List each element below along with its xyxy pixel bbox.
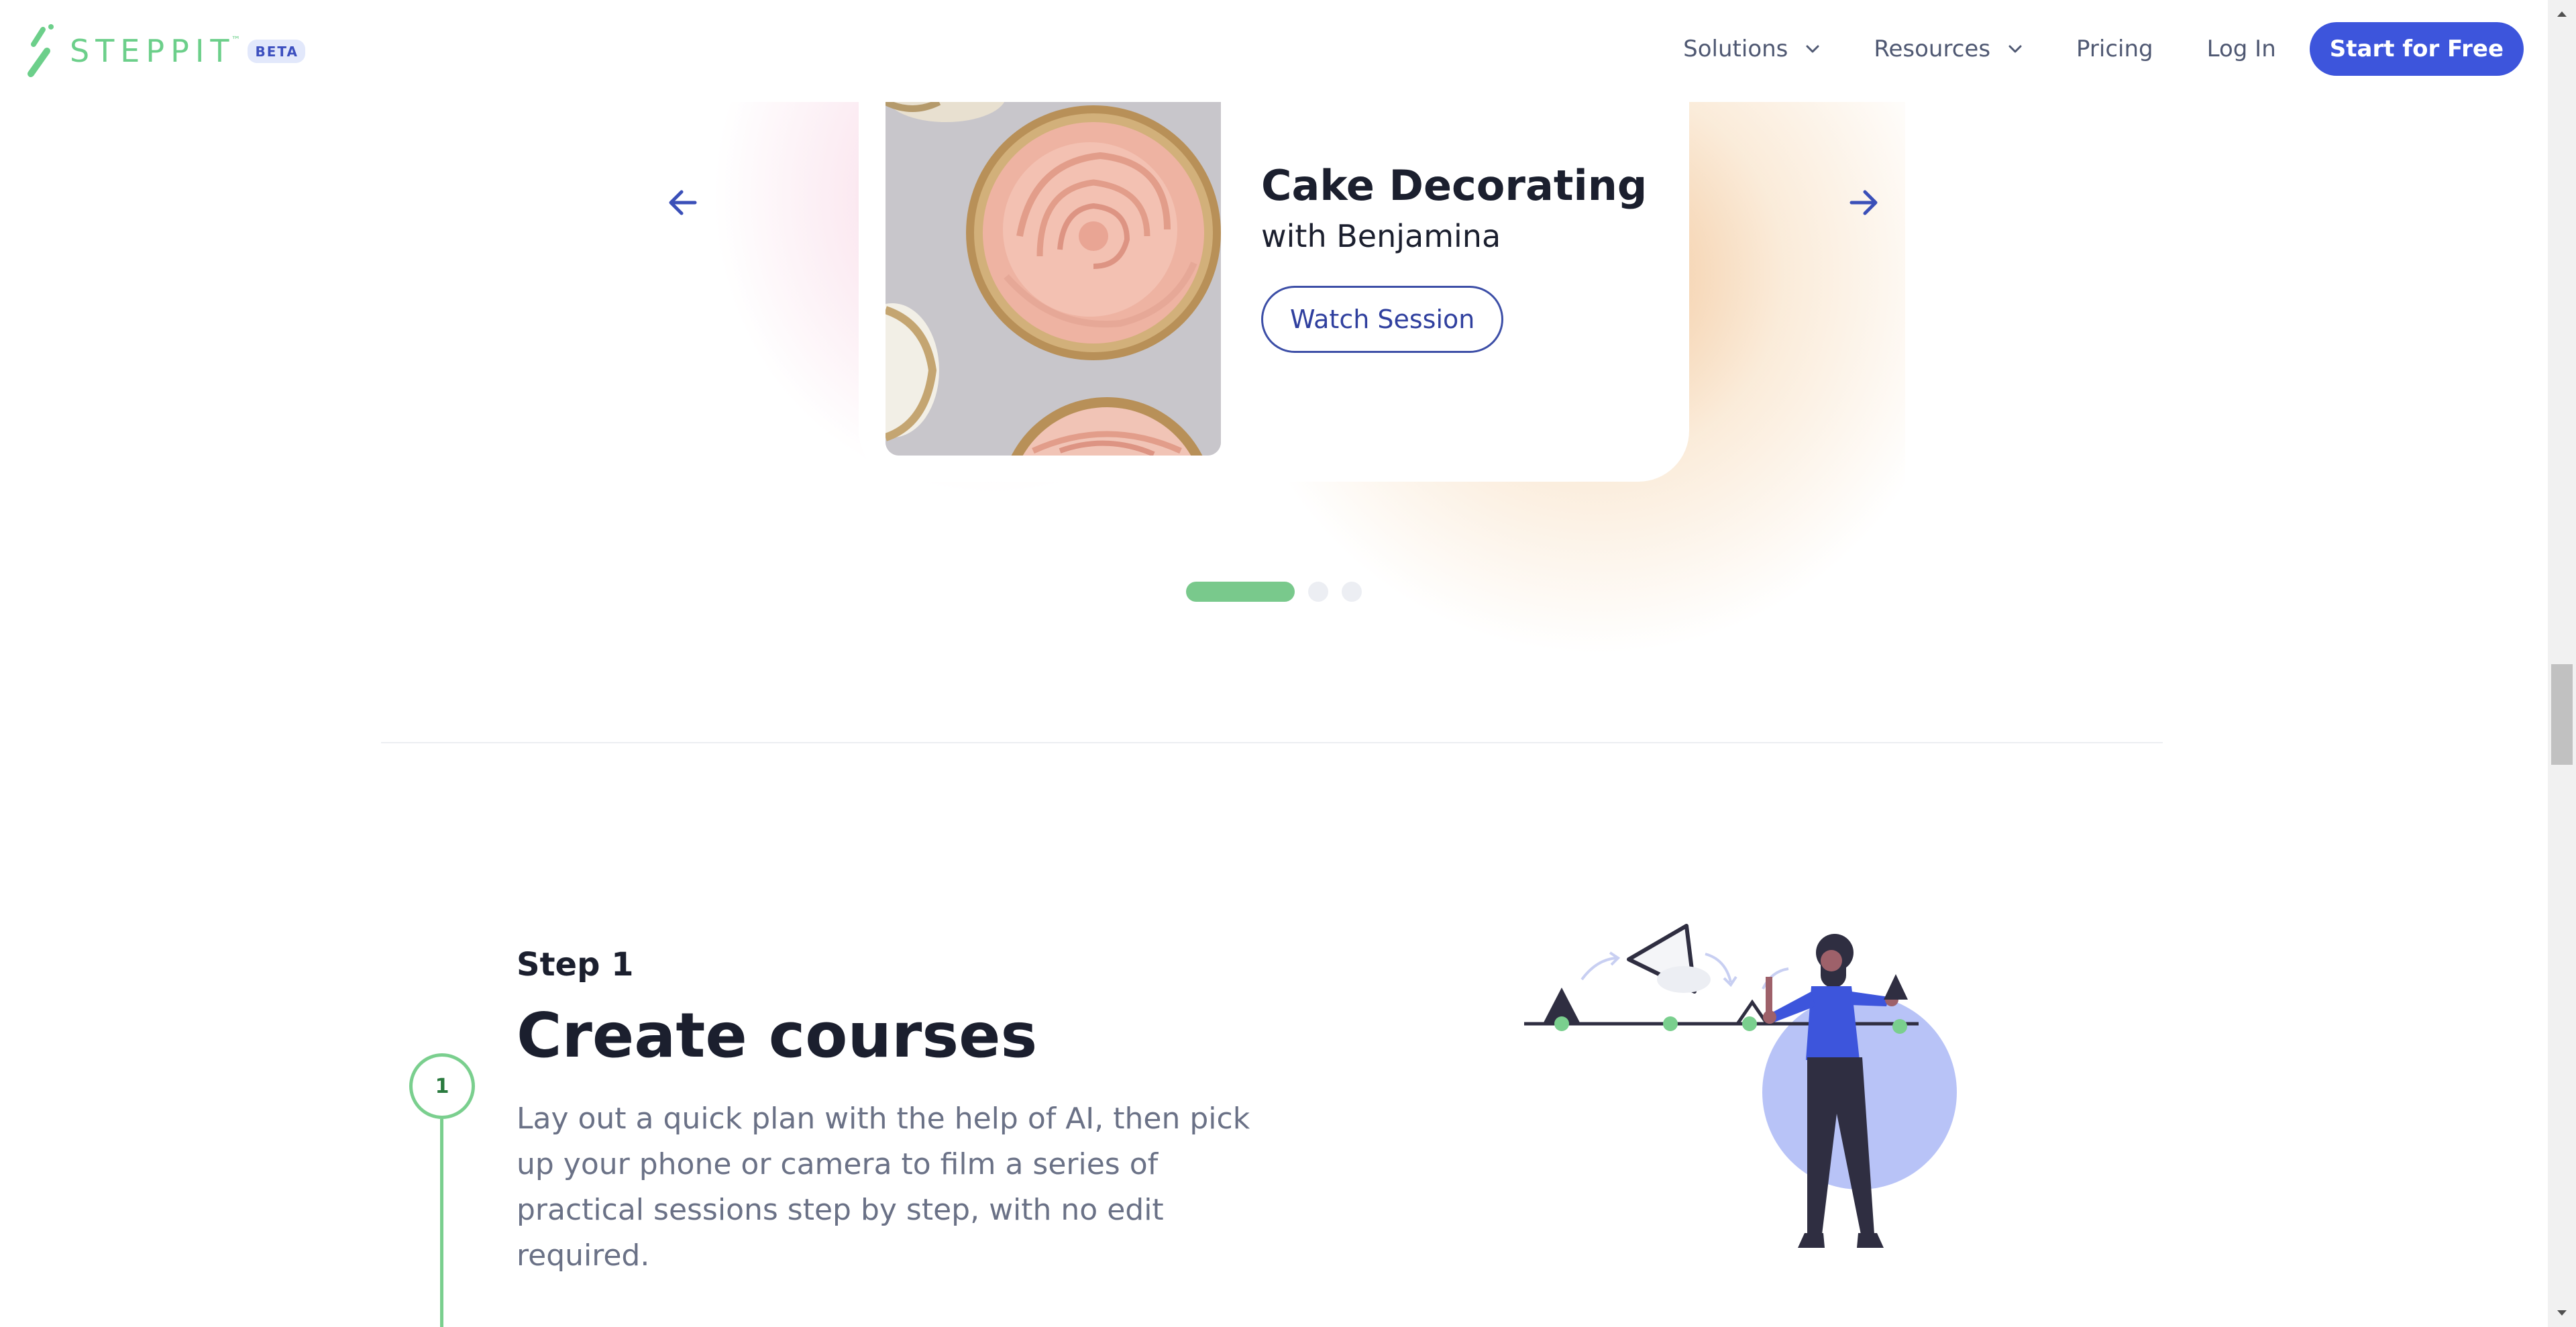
nav-resources[interactable]: Resources xyxy=(1874,36,2023,62)
carousel-prev-button[interactable] xyxy=(663,182,703,223)
step-progress-line xyxy=(440,1119,443,1327)
step-description: Lay out a quick plan with the help of AI… xyxy=(517,1102,1250,1273)
carousel-next-button[interactable] xyxy=(1843,182,1884,223)
carousel-dot-3[interactable] xyxy=(1342,582,1362,602)
beta-badge: BETA xyxy=(247,39,305,63)
nav-solutions-label: Solutions xyxy=(1683,36,1788,62)
scroll-down-button[interactable] xyxy=(2548,1299,2576,1327)
scroll-down-icon xyxy=(2557,1310,2567,1316)
site-header: STEPPIT ™ BETA Solutions Resources Prici… xyxy=(0,0,2548,102)
logo-wordmark: STEPPIT xyxy=(70,33,235,69)
scroll-up-button[interactable] xyxy=(2548,0,2576,28)
main-nav: Solutions Resources Pricing Log In Start… xyxy=(1683,22,2524,76)
step-label: Step 1 xyxy=(517,946,634,984)
nav-pricing[interactable]: Pricing xyxy=(2076,36,2153,62)
session-card: Cake Decorating with Benjamina Watch Ses… xyxy=(859,54,1689,482)
watch-session-button[interactable]: Watch Session xyxy=(1261,286,1504,353)
nav-resources-label: Resources xyxy=(1874,36,1991,62)
start-for-free-button[interactable]: Start for Free xyxy=(2309,22,2524,76)
carousel-dot-2[interactable] xyxy=(1308,582,1328,602)
carousel-dot-1[interactable] xyxy=(1186,582,1295,602)
section-divider xyxy=(381,742,2163,743)
page-scrollbar[interactable] xyxy=(2548,0,2576,1327)
nav-login-label: Log In xyxy=(2206,36,2276,62)
scroll-up-icon xyxy=(2557,11,2567,17)
step-number-badge: 1 xyxy=(409,1053,475,1119)
trademark-symbol: ™ xyxy=(231,35,241,46)
steppit-logo[interactable]: STEPPIT ™ BETA xyxy=(24,23,305,79)
steppit-logo-icon xyxy=(28,24,54,77)
arrow-right-icon xyxy=(1849,190,1878,215)
session-instructor: with Benjamina xyxy=(1261,218,1501,254)
scrollbar-thumb[interactable] xyxy=(2551,664,2573,765)
create-courses-illustration xyxy=(1516,912,1972,1261)
cupcake-photo xyxy=(885,102,1221,456)
nav-solutions[interactable]: Solutions xyxy=(1683,36,1820,62)
session-title: Cake Decorating xyxy=(1261,161,1648,210)
chevron-down-icon xyxy=(1806,45,1819,53)
chevron-down-icon xyxy=(2008,45,2022,53)
carousel-pagination xyxy=(1186,581,1362,602)
step-title: Create courses xyxy=(517,1000,1038,1071)
nav-pricing-label: Pricing xyxy=(2076,36,2153,62)
arrow-left-icon xyxy=(669,190,697,215)
nav-login[interactable]: Log In xyxy=(2207,36,2276,62)
